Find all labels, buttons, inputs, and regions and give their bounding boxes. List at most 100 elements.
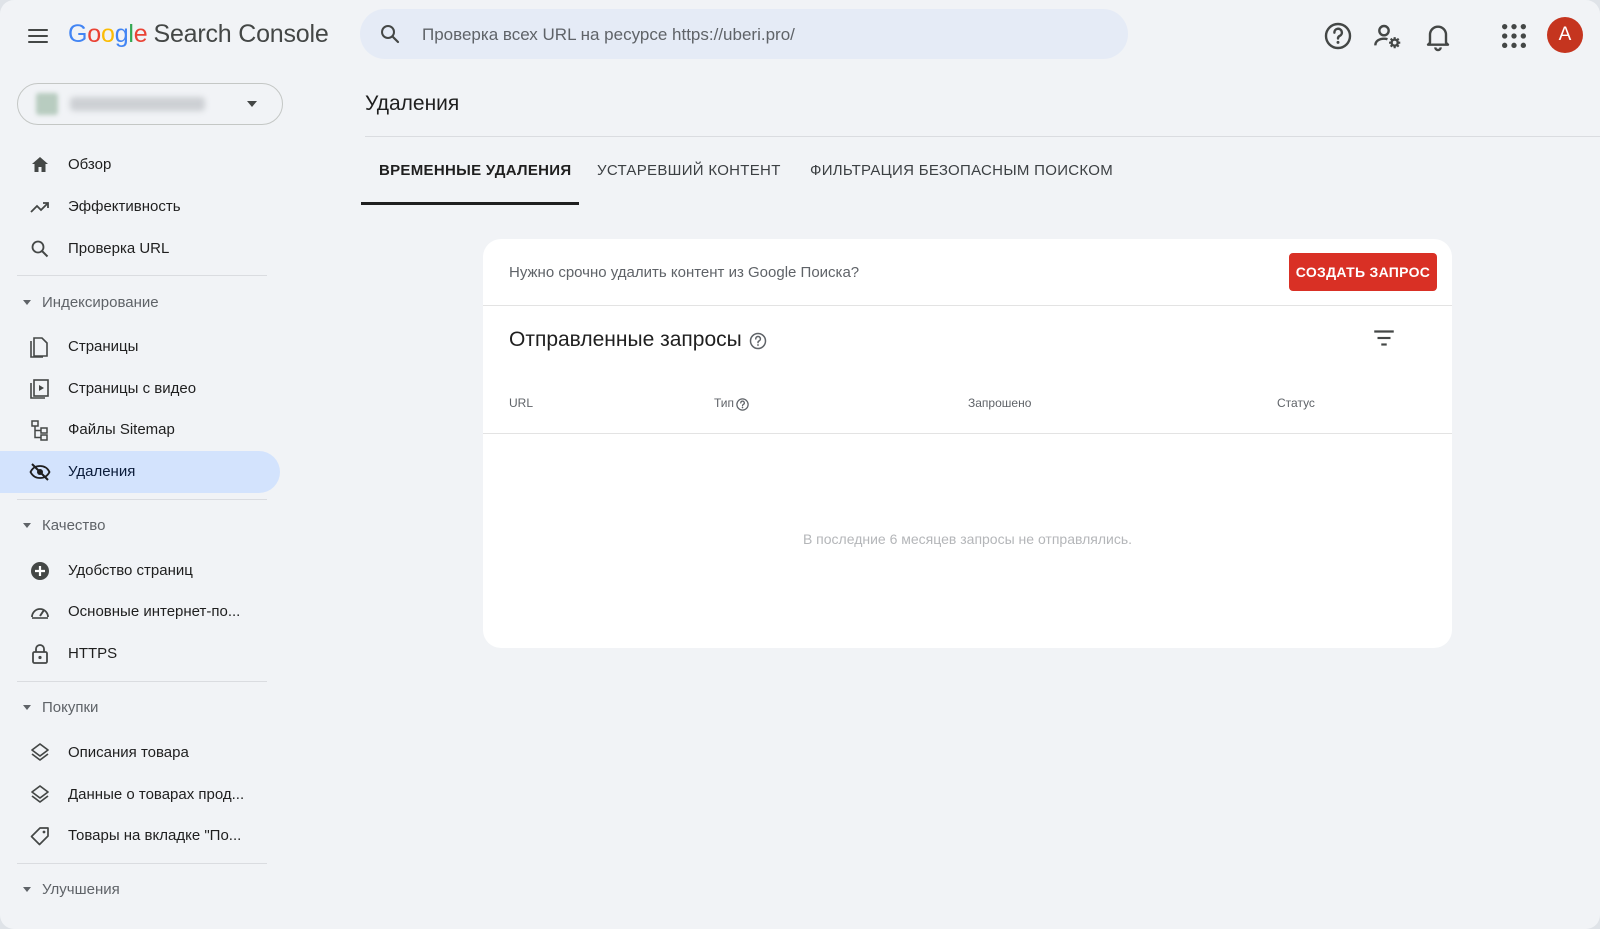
sidebar-item-label: Описания товара xyxy=(68,744,189,761)
sidebar-item-overview[interactable]: Обзор xyxy=(0,144,280,186)
layers-icon xyxy=(31,785,49,803)
apps-grid-icon[interactable] xyxy=(1498,20,1530,52)
removals-card: Нужно срочно удалить контент из Google П… xyxy=(483,239,1452,648)
main-menu-button[interactable] xyxy=(24,22,52,50)
video-pages-icon xyxy=(30,379,49,399)
sidebar-section-indexing[interactable]: Индексирование xyxy=(0,285,270,321)
column-header-status[interactable]: Статус xyxy=(1277,396,1315,410)
removal-notice-text: Нужно срочно удалить контент из Google П… xyxy=(509,264,860,281)
property-selector[interactable] xyxy=(17,83,283,125)
chevron-down-icon xyxy=(247,101,257,107)
title-divider xyxy=(365,136,1600,137)
collapse-arrow-icon xyxy=(23,300,31,305)
sidebar-section-quality[interactable]: Качество xyxy=(0,508,270,544)
sidebar-item-label: Обзор xyxy=(68,156,112,173)
menu-icon xyxy=(28,29,48,31)
sidebar-item-https[interactable]: HTTPS xyxy=(0,633,280,675)
collapse-arrow-icon xyxy=(23,705,31,710)
sidebar-item-label: Основные интернет-по... xyxy=(68,603,241,620)
search-icon xyxy=(31,240,49,258)
notifications-bell-icon[interactable] xyxy=(1422,20,1454,52)
collapse-arrow-icon xyxy=(23,887,31,892)
visibility-off-icon xyxy=(29,463,51,481)
collapse-arrow-icon xyxy=(23,523,31,528)
trending-up-icon xyxy=(30,202,49,213)
section-title: Улучшения xyxy=(42,881,120,898)
sidebar-item-label: Страницы с видео xyxy=(68,380,197,397)
sidebar-item-label: HTTPS xyxy=(68,645,118,662)
logo-letter: e xyxy=(133,20,148,48)
lock-icon xyxy=(32,644,48,664)
home-icon xyxy=(32,157,48,172)
pages-icon xyxy=(30,337,48,358)
sidebar-item-performance[interactable]: Эффективность xyxy=(0,186,280,228)
sidebar-item-core-web-vitals[interactable]: Основные интернет-по... xyxy=(0,591,280,633)
table-header-divider xyxy=(483,433,1452,434)
logo-letter: o xyxy=(100,20,115,48)
sidebar-divider xyxy=(17,863,267,864)
main-content: Удаления ВРЕМЕННЫЕ УДАЛЕНИЯ УСТАРЕВШИЙ К… xyxy=(360,72,1600,929)
sidebar-divider xyxy=(17,275,267,276)
sidebar-item-video-pages[interactable]: Страницы с видео xyxy=(0,368,280,410)
sidebar-item-shopping-tab-listings[interactable]: Товары на вкладке "По... xyxy=(0,815,280,857)
column-header-url[interactable]: URL xyxy=(509,396,533,410)
tab-safesearch-filtering[interactable]: ФИЛЬТРАЦИЯ БЕЗОПАСНЫМ ПОИСКОМ xyxy=(810,162,1113,202)
submitted-requests-title: Отправленные запросы xyxy=(509,328,742,351)
property-name-redacted xyxy=(70,97,205,111)
section-title: Качество xyxy=(42,517,106,534)
settings-account-icon[interactable] xyxy=(1372,20,1404,52)
logo-letter: o xyxy=(87,20,101,48)
column-header-type[interactable]: Тип xyxy=(714,396,734,410)
search-icon xyxy=(381,25,400,44)
page-title: Удаления xyxy=(365,92,460,115)
help-icon[interactable] xyxy=(1322,20,1354,52)
url-inspection-search-bar[interactable] xyxy=(360,9,1128,59)
sidebar-item-label: Эффективность xyxy=(68,198,181,215)
logo-letter: g xyxy=(114,20,129,48)
sidebar-item-label: Файлы Sitemap xyxy=(68,421,175,438)
active-tab-indicator xyxy=(361,202,579,205)
sidebar-item-product-snippets[interactable]: Описания товара xyxy=(0,732,280,774)
sidebar-section-shopping[interactable]: Покупки xyxy=(0,690,270,726)
sidebar-item-label: Удобство страниц xyxy=(68,562,193,579)
sidebar-item-page-experience[interactable]: Удобство страниц xyxy=(0,550,280,592)
sidebar-item-label: Удаления xyxy=(68,463,136,480)
card-divider xyxy=(483,305,1452,306)
help-icon[interactable] xyxy=(748,331,768,351)
top-bar: Google Search Console Проверка всех URL … xyxy=(0,0,1600,72)
sidebar-item-label: Данные о товарах прод... xyxy=(68,786,245,803)
sidebar-item-removals[interactable]: Удаления xyxy=(0,451,280,493)
app-window: Google Search Console Проверка всех URL … xyxy=(0,0,1600,929)
section-title: Индексирование xyxy=(42,294,159,311)
sidebar-item-label: Товары на вкладке "По... xyxy=(68,827,242,844)
sidebar: Обзор Эффективность Проверка URL Индекси… xyxy=(0,72,290,929)
logo-letter: G xyxy=(68,20,88,48)
tab-temporary-removals[interactable]: ВРЕМЕННЫЕ УДАЛЕНИЯ xyxy=(379,162,571,202)
property-favicon xyxy=(36,93,58,115)
filter-icon[interactable] xyxy=(1371,325,1397,351)
speed-gauge-icon xyxy=(31,608,49,619)
account-avatar[interactable]: A xyxy=(1547,17,1583,53)
sidebar-item-sitemaps[interactable]: Файлы Sitemap xyxy=(0,409,280,451)
sidebar-section-enhancements[interactable]: Улучшения xyxy=(0,872,270,908)
sidebar-divider xyxy=(17,499,267,500)
section-title: Покупки xyxy=(42,699,99,716)
sidebar-item-url-inspection[interactable]: Проверка URL xyxy=(0,228,280,270)
search-console-logo[interactable]: Google Search Console xyxy=(68,20,329,49)
page-experience-icon xyxy=(31,562,49,580)
sitemap-icon xyxy=(31,420,48,441)
layers-icon xyxy=(31,743,49,761)
column-header-requested[interactable]: Запрошено xyxy=(968,396,1031,410)
search-input[interactable] xyxy=(420,17,1104,53)
tag-icon xyxy=(30,827,49,846)
sidebar-item-pages[interactable]: Страницы xyxy=(0,326,280,368)
product-name: Search Console xyxy=(153,20,329,48)
sidebar-item-label: Проверка URL xyxy=(68,240,170,257)
sidebar-divider xyxy=(17,681,267,682)
create-request-button[interactable]: СОЗДАТЬ ЗАПРОС xyxy=(1289,253,1437,291)
sidebar-item-label: Страницы xyxy=(68,338,139,355)
tab-outdated-content[interactable]: УСТАРЕВШИЙ КОНТЕНТ xyxy=(597,162,781,202)
sidebar-item-merchant-listings[interactable]: Данные о товарах прод... xyxy=(0,774,280,816)
help-icon[interactable] xyxy=(735,397,750,412)
empty-state-message: В последние 6 месяцев запросы не отправл… xyxy=(802,531,1133,547)
